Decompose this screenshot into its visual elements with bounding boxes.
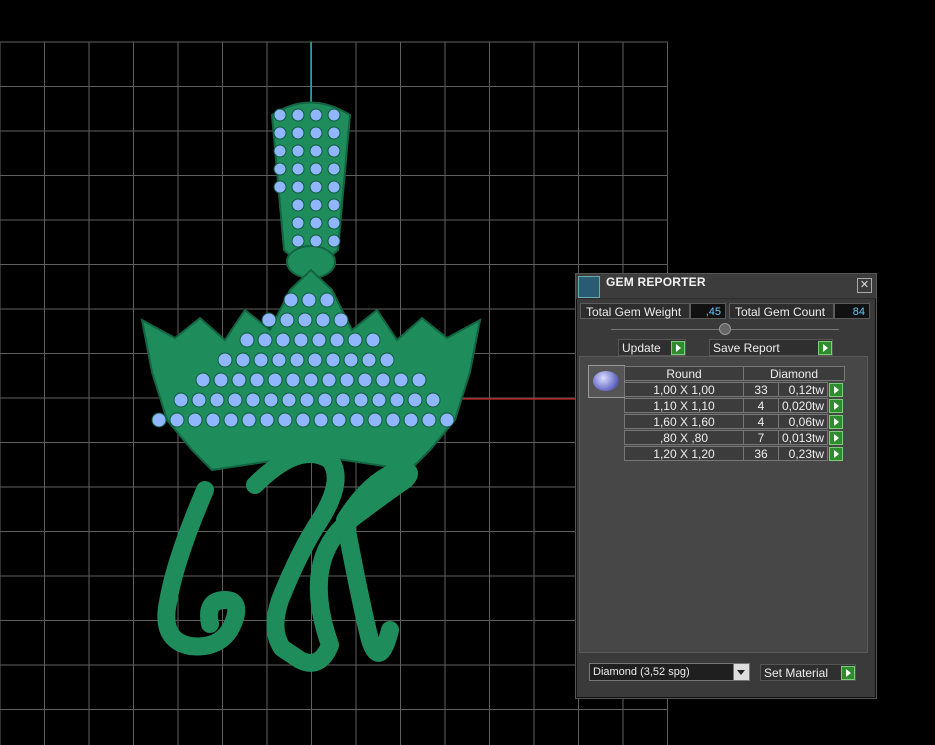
row-select-icon[interactable]	[829, 431, 843, 445]
gem-reporter-icon	[578, 276, 600, 298]
gem-size-cell: 1,10 X 1,10	[624, 398, 744, 413]
collapse-knob[interactable]	[719, 323, 731, 335]
update-button[interactable]: Update	[618, 339, 686, 356]
gem-count-cell: 4	[743, 398, 779, 413]
row-select-icon[interactable]	[829, 399, 843, 413]
total-gem-count-value: 84	[834, 303, 870, 319]
gem-size-cell: 1,00 X 1,00	[624, 382, 744, 397]
gem-reporter-panel: GEM REPORTER ✕ Total Gem Weight ,45 Tota…	[575, 273, 877, 699]
panel-titlebar[interactable]: GEM REPORTER ✕	[576, 274, 876, 299]
set-material-go-icon	[841, 666, 855, 680]
save-report-button[interactable]: Save Report	[709, 339, 833, 356]
gem-report-list[interactable]: Round Diamond 1,00 X 1,00 33 0,12tw 1,10 X …	[579, 356, 868, 653]
update-button-label: Update	[622, 341, 661, 355]
row-select-icon[interactable]	[829, 447, 843, 461]
gem-count-cell: 4	[743, 414, 779, 429]
close-button[interactable]: ✕	[857, 278, 872, 293]
save-report-label: Save Report	[713, 341, 780, 355]
gem-count-cell: 7	[743, 430, 779, 445]
total-gem-count-label: Total Gem Count	[729, 303, 834, 319]
row-select-icon[interactable]	[829, 415, 843, 429]
set-material-label: Set Material	[764, 666, 829, 680]
gem-count-cell: 36	[743, 446, 779, 461]
total-gem-weight-label: Total Gem Weight	[580, 303, 690, 319]
gem-weight-cell: 0,12tw	[778, 382, 828, 397]
gem-weight-cell: 0,23tw	[778, 446, 828, 461]
round-diamond-icon	[593, 371, 619, 391]
row-select-icon[interactable]	[829, 383, 843, 397]
material-select-value: Diamond (3,52 spg)	[593, 666, 690, 678]
gem-size-cell: ,80 X ,80	[624, 430, 744, 445]
gem-thumbnail	[588, 365, 625, 398]
shape-header: Round	[624, 366, 744, 381]
gem-weight-cell: 0,06tw	[778, 414, 828, 429]
panel-title: GEM REPORTER	[606, 275, 706, 289]
material-header: Diamond	[743, 366, 845, 381]
gem-size-cell: 1,60 X 1,60	[624, 414, 744, 429]
update-go-icon	[671, 341, 685, 355]
chevron-down-icon[interactable]	[733, 664, 749, 680]
save-report-go-icon	[818, 341, 832, 355]
set-material-button[interactable]: Set Material	[760, 664, 856, 681]
gem-weight-cell: 0,013tw	[778, 430, 828, 445]
gem-count-cell: 33	[743, 382, 779, 397]
gem-weight-cell: 0,020tw	[778, 398, 828, 413]
gem-size-cell: 1,20 X 1,20	[624, 446, 744, 461]
material-select[interactable]: Diamond (3,52 spg)	[589, 663, 750, 681]
total-gem-weight-value: ,45	[690, 303, 726, 319]
